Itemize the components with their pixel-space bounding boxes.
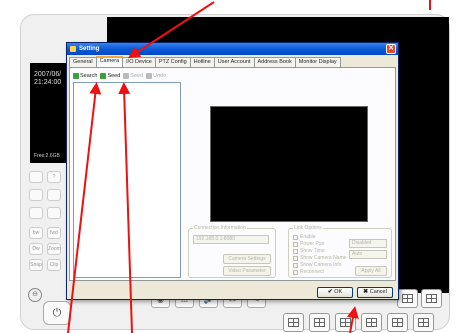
select-2[interactable]: Auto [349, 250, 387, 259]
checkbox-row[interactable]: Power Pan [293, 241, 324, 247]
camera-settings-button[interactable]: Camera Settings [223, 254, 271, 264]
camera-preview [210, 106, 368, 222]
check-icon: ✔ [327, 289, 333, 295]
clock-date: 2007/06/ [34, 71, 62, 78]
video-parameter-button[interactable]: Video Parameter [223, 266, 271, 276]
checkbox-box[interactable] [293, 262, 298, 268]
tab-camera[interactable]: Camera [95, 56, 124, 67]
connection-legend: Connection Information [193, 225, 247, 231]
close-icon[interactable]: ✕ [386, 44, 396, 54]
layout-single-button[interactable] [421, 289, 442, 308]
dialog-titlebar[interactable]: Setting ✕ [67, 43, 398, 55]
seed-icon [100, 73, 107, 79]
layout-4-button[interactable] [283, 313, 304, 332]
options-legend: Link Options [293, 225, 323, 231]
search-icon [73, 73, 79, 79]
tab-general[interactable]: General [69, 57, 97, 67]
home-button[interactable] [47, 189, 61, 201]
tab-ptz-config[interactable]: PTZ Config [154, 57, 191, 67]
checkbox-row[interactable]: Show Camera Info [293, 262, 341, 268]
layout-13-button[interactable] [335, 313, 356, 332]
camera-tab-panel: Search Seed Seed Undo Connection Informa… [69, 67, 396, 281]
undo-button[interactable]: Undo [146, 72, 166, 80]
search-button[interactable]: Search [73, 72, 97, 80]
checkbox-row[interactable]: Enable [293, 234, 316, 240]
side-button-11[interactable]: Snap [29, 259, 43, 271]
side-button-2[interactable]: ? [47, 171, 61, 183]
tab-io-device[interactable]: I/O Device [122, 57, 156, 67]
layout-16-button[interactable] [361, 313, 382, 332]
tab-hotline[interactable]: Hotline [189, 57, 215, 67]
dialog-title: Setting [79, 46, 100, 52]
checkbox-row[interactable]: Show Camera Name [293, 255, 346, 261]
tab-bar: General Camera I/O Device PTZ Config Hot… [69, 56, 341, 67]
undo-icon [146, 73, 153, 79]
free-space: Free:2.6GB [34, 153, 60, 159]
checkbox-box[interactable] [293, 234, 298, 240]
checkbox-row[interactable]: Show Time [293, 248, 325, 254]
options-fieldset: Link Options Enable Power Pan Show Time … [288, 225, 392, 278]
side-button-3[interactable] [29, 189, 43, 201]
setting-dialog: Setting ✕ General Camera I/O Device PTZ … [66, 42, 399, 300]
layout-cycle-button[interactable] [413, 313, 434, 332]
ip-address-field[interactable]: 192.168.0.1:8080 [193, 235, 269, 244]
minimize-ring-icon[interactable]: ⊖ [28, 288, 42, 302]
apply-all-button[interactable]: Apply All [355, 266, 387, 276]
checkbox-row[interactable]: Reconnect [293, 269, 324, 275]
side-button-1[interactable] [29, 171, 43, 183]
tab-user-account[interactable]: User Account [213, 57, 255, 67]
checkbox-box[interactable] [293, 255, 298, 261]
select-1[interactable]: Disabled [349, 239, 387, 248]
seed-button[interactable]: Seed [100, 72, 120, 80]
connection-fieldset: Connection Information 192.168.0.1:8080 … [188, 225, 276, 278]
tab-monitor-display[interactable]: Monitor Display [294, 57, 341, 67]
clock-time: 21:24:00 [34, 79, 62, 86]
cancel-button[interactable]: ✖ Cancel [357, 287, 393, 298]
camera-list[interactable] [73, 82, 181, 278]
ok-button[interactable]: ✔ OK [317, 287, 353, 298]
layout-n-button[interactable] [387, 313, 408, 332]
checkbox-box[interactable] [293, 241, 298, 247]
layout-1-button[interactable] [397, 289, 418, 308]
side-button-9[interactable]: Dw [29, 243, 43, 255]
side-button-8[interactable]: fwd [47, 227, 61, 239]
side-button-5[interactable] [29, 207, 43, 219]
setting-icon [70, 46, 76, 52]
side-button-12[interactable]: Clip [47, 259, 61, 271]
seed-disabled-button[interactable]: Seed [123, 72, 143, 80]
side-button-7[interactable]: bw [29, 227, 43, 239]
power-button[interactable]: ⏻ [43, 301, 71, 325]
layout-9-button[interactable] [309, 313, 330, 332]
seed-disabled-icon [123, 73, 130, 79]
cross-icon: ✖ [363, 289, 369, 295]
tab-address-book[interactable]: Address Book [253, 57, 296, 67]
checkbox-box[interactable] [293, 269, 298, 275]
checkbox-box[interactable] [293, 248, 298, 254]
side-button-10[interactable]: Zoom [47, 243, 61, 255]
side-button-6[interactable] [47, 207, 61, 219]
camera-toolbar: Search Seed Seed Undo [73, 72, 166, 80]
